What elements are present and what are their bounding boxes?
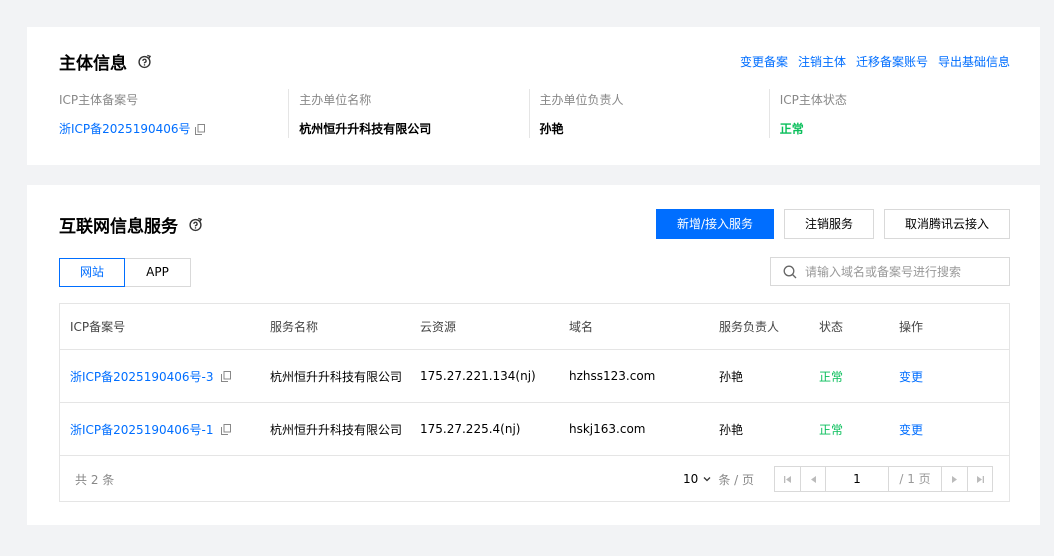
info-label: ICP主体备案号 xyxy=(59,93,139,107)
page-size-value: 10 xyxy=(683,472,699,486)
first-page-icon xyxy=(784,475,791,483)
tab-website[interactable]: 网站 xyxy=(59,258,125,287)
icp-cell: 浙ICP备2025190406号-3 xyxy=(60,368,260,385)
change-link[interactable]: 变更 xyxy=(889,421,1009,438)
info-label: ICP主体状态 xyxy=(779,93,847,107)
services-table: ICP备案号 服务名称 云资源 域名 服务负责人 状态 操作 浙ICP备2025… xyxy=(59,303,1010,502)
next-page-button[interactable] xyxy=(942,467,967,491)
subject-info-grid: ICP主体备案号 浙ICP备2025190406号 主办单位名称 杭州恒升升科技… xyxy=(59,89,1009,138)
page-size-select[interactable]: 10 xyxy=(683,472,712,486)
table-row: 浙ICP备2025190406号-3 杭州恒升升科技有限公司 175.27.22… xyxy=(60,350,1009,403)
change-link[interactable]: 变更 xyxy=(889,368,1009,385)
tab-app[interactable]: APP xyxy=(125,258,191,287)
first-page-button[interactable] xyxy=(775,467,800,491)
last-page-button[interactable] xyxy=(967,467,992,491)
subject-info-card: 主体信息 变更备案 注销主体 迁移备案账号 导出基础信息 ICP主体备案号 浙I… xyxy=(27,27,1040,165)
per-page-label: 条 / 页 xyxy=(718,472,754,487)
search-input[interactable] xyxy=(805,264,995,279)
prev-page-button[interactable] xyxy=(800,467,825,491)
info-icp-number: ICP主体备案号 浙ICP备2025190406号 xyxy=(59,89,288,138)
service-name: 杭州恒升升科技有限公司 xyxy=(270,369,403,384)
service-name: 杭州恒升升科技有限公司 xyxy=(270,422,403,437)
info-label: 主办单位名称 xyxy=(299,93,372,107)
column-header: 域名 xyxy=(569,320,594,334)
subject-info-title: 主体信息 xyxy=(59,54,127,74)
cancel-service-button[interactable]: 注销服务 xyxy=(784,209,874,239)
pager-controls: 1 / 1 页 xyxy=(774,466,993,492)
copy-icon[interactable] xyxy=(194,123,205,135)
copy-icon[interactable] xyxy=(221,423,232,435)
service-type-tabs: 网站 APP xyxy=(59,258,191,287)
table-header: ICP备案号 服务名称 云资源 域名 服务负责人 状态 操作 xyxy=(60,304,1009,350)
info-owner: 主办单位负责人 孙艳 xyxy=(528,89,769,138)
icp-number-link[interactable]: 浙ICP备2025190406号 xyxy=(59,120,191,138)
icp-number-link[interactable]: 浙ICP备2025190406号-3 xyxy=(70,368,213,385)
cancel-subject-link[interactable]: 注销主体 xyxy=(798,53,846,70)
service-name-cell: 杭州恒升升科技有限公司 xyxy=(260,421,410,438)
icp-cell: 浙ICP备2025190406号-1 xyxy=(60,421,260,438)
icp-number-link[interactable]: 浙ICP备2025190406号-1 xyxy=(70,421,213,438)
column-header: 云资源 xyxy=(420,320,457,334)
column-header: 服务名称 xyxy=(270,320,319,334)
help-icon[interactable] xyxy=(188,217,203,232)
owner-cell: 孙艳 xyxy=(719,369,744,384)
table-row: 浙ICP备2025190406号-1 杭州恒升升科技有限公司 175.27.22… xyxy=(60,403,1009,456)
chevron-down-icon xyxy=(703,477,711,482)
export-info-link[interactable]: 导出基础信息 xyxy=(938,53,1010,70)
domain-cell: hskj163.com xyxy=(569,422,646,436)
info-status: ICP主体状态 正常 xyxy=(768,89,1009,138)
column-header: ICP备案号 xyxy=(70,320,126,334)
service-name-cell: 杭州恒升升科技有限公司 xyxy=(260,368,410,385)
add-service-button[interactable]: 新增/接入服务 xyxy=(656,209,774,239)
services-title-row: 互联网信息服务 xyxy=(59,212,203,237)
info-company-name: 主办单位名称 杭州恒升升科技有限公司 xyxy=(288,89,528,138)
page-input[interactable]: 1 xyxy=(825,467,889,491)
table-footer: 共 2 条 10 条 / 页 1 / 1 页 xyxy=(60,456,1009,502)
subject-actions: 变更备案 注销主体 迁移备案账号 导出基础信息 xyxy=(740,53,1010,70)
total-pages: / 1 页 xyxy=(889,467,942,491)
subject-info-title-row: 主体信息 xyxy=(59,49,152,74)
status-badge: 正常 xyxy=(819,422,844,437)
column-header: 服务负责人 xyxy=(719,320,780,334)
last-page-icon xyxy=(976,475,984,483)
search-box xyxy=(770,257,1010,286)
owner-cell: 孙艳 xyxy=(719,422,744,437)
migrate-account-link[interactable]: 迁移备案账号 xyxy=(856,53,928,70)
resource-cell: 175.27.221.134(nj) xyxy=(420,369,536,383)
change-filing-link[interactable]: 变更备案 xyxy=(740,53,788,70)
info-label: 主办单位负责人 xyxy=(539,93,624,107)
cancel-access-button[interactable]: 取消腾讯云接入 xyxy=(884,209,1010,239)
info-value: 浙ICP备2025190406号 xyxy=(59,120,288,138)
resource-cell: 175.27.225.4(nj) xyxy=(420,422,521,436)
pagination: 10 条 / 页 1 / 1 页 xyxy=(683,466,993,492)
copy-icon[interactable] xyxy=(221,370,232,382)
next-page-icon xyxy=(952,475,957,483)
services-card: 互联网信息服务 新增/接入服务 注销服务 取消腾讯云接入 网站 APP ICP备… xyxy=(27,185,1040,525)
info-value: 杭州恒升升科技有限公司 xyxy=(299,122,432,136)
search-icon xyxy=(783,265,797,278)
info-value: 孙艳 xyxy=(539,122,564,136)
domain-cell: hzhss123.com xyxy=(569,369,656,383)
status-badge: 正常 xyxy=(779,122,804,136)
status-badge: 正常 xyxy=(819,369,844,384)
help-icon[interactable] xyxy=(137,54,152,69)
total-count: 共 2 条 xyxy=(75,472,115,487)
prev-page-icon xyxy=(810,475,816,483)
column-header: 状态 xyxy=(819,320,844,334)
column-header: 操作 xyxy=(899,320,924,334)
services-title: 互联网信息服务 xyxy=(59,217,178,237)
